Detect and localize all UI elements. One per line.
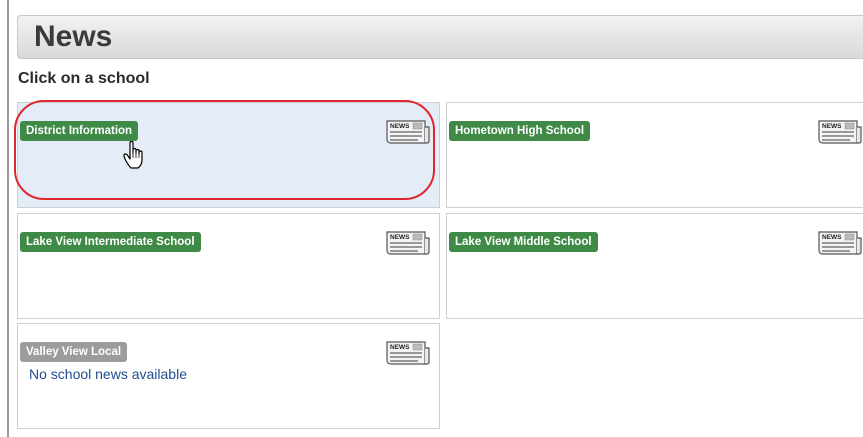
- newspaper-icon-text: NEWS: [390, 234, 410, 241]
- school-name-badge[interactable]: Hometown High School: [449, 121, 591, 141]
- school-name-badge[interactable]: District Information: [20, 121, 139, 141]
- newspaper-icon: NEWS: [818, 231, 862, 255]
- school-card-lake-view-intermediate-school[interactable]: Lake View Intermediate School NEWS: [17, 213, 440, 319]
- newspaper-icon-text: NEWS: [390, 344, 410, 351]
- newspaper-icon-text: NEWS: [390, 123, 410, 130]
- window-top-border: [9, 0, 863, 9]
- instruction-text: Click on a school: [18, 70, 150, 87]
- school-name-badge[interactable]: Lake View Middle School: [449, 232, 598, 252]
- window-left-border: [0, 0, 9, 437]
- school-name-badge[interactable]: Valley View Local: [20, 342, 128, 362]
- school-name-badge[interactable]: Lake View Intermediate School: [20, 232, 201, 252]
- page-title: News: [34, 20, 113, 53]
- page-header: News: [17, 15, 863, 59]
- school-card-valley-view-local[interactable]: Valley View Local No school news availab…: [17, 323, 440, 429]
- newspaper-icon: NEWS: [386, 120, 430, 144]
- school-card-district-information[interactable]: District Information NEWS: [17, 102, 440, 208]
- hand-pointer-icon: [123, 141, 143, 169]
- newspaper-icon-text: NEWS: [822, 123, 842, 130]
- newspaper-icon-text: NEWS: [822, 234, 842, 241]
- school-card-lake-view-middle-school[interactable]: Lake View Middle School NEWS: [446, 213, 863, 319]
- newspaper-icon: NEWS: [386, 341, 430, 365]
- school-card-hometown-high-school[interactable]: Hometown High School NEWS: [446, 102, 863, 208]
- newspaper-icon: NEWS: [386, 231, 430, 255]
- no-news-message: No school news available: [29, 366, 187, 382]
- newspaper-icon: NEWS: [818, 120, 862, 144]
